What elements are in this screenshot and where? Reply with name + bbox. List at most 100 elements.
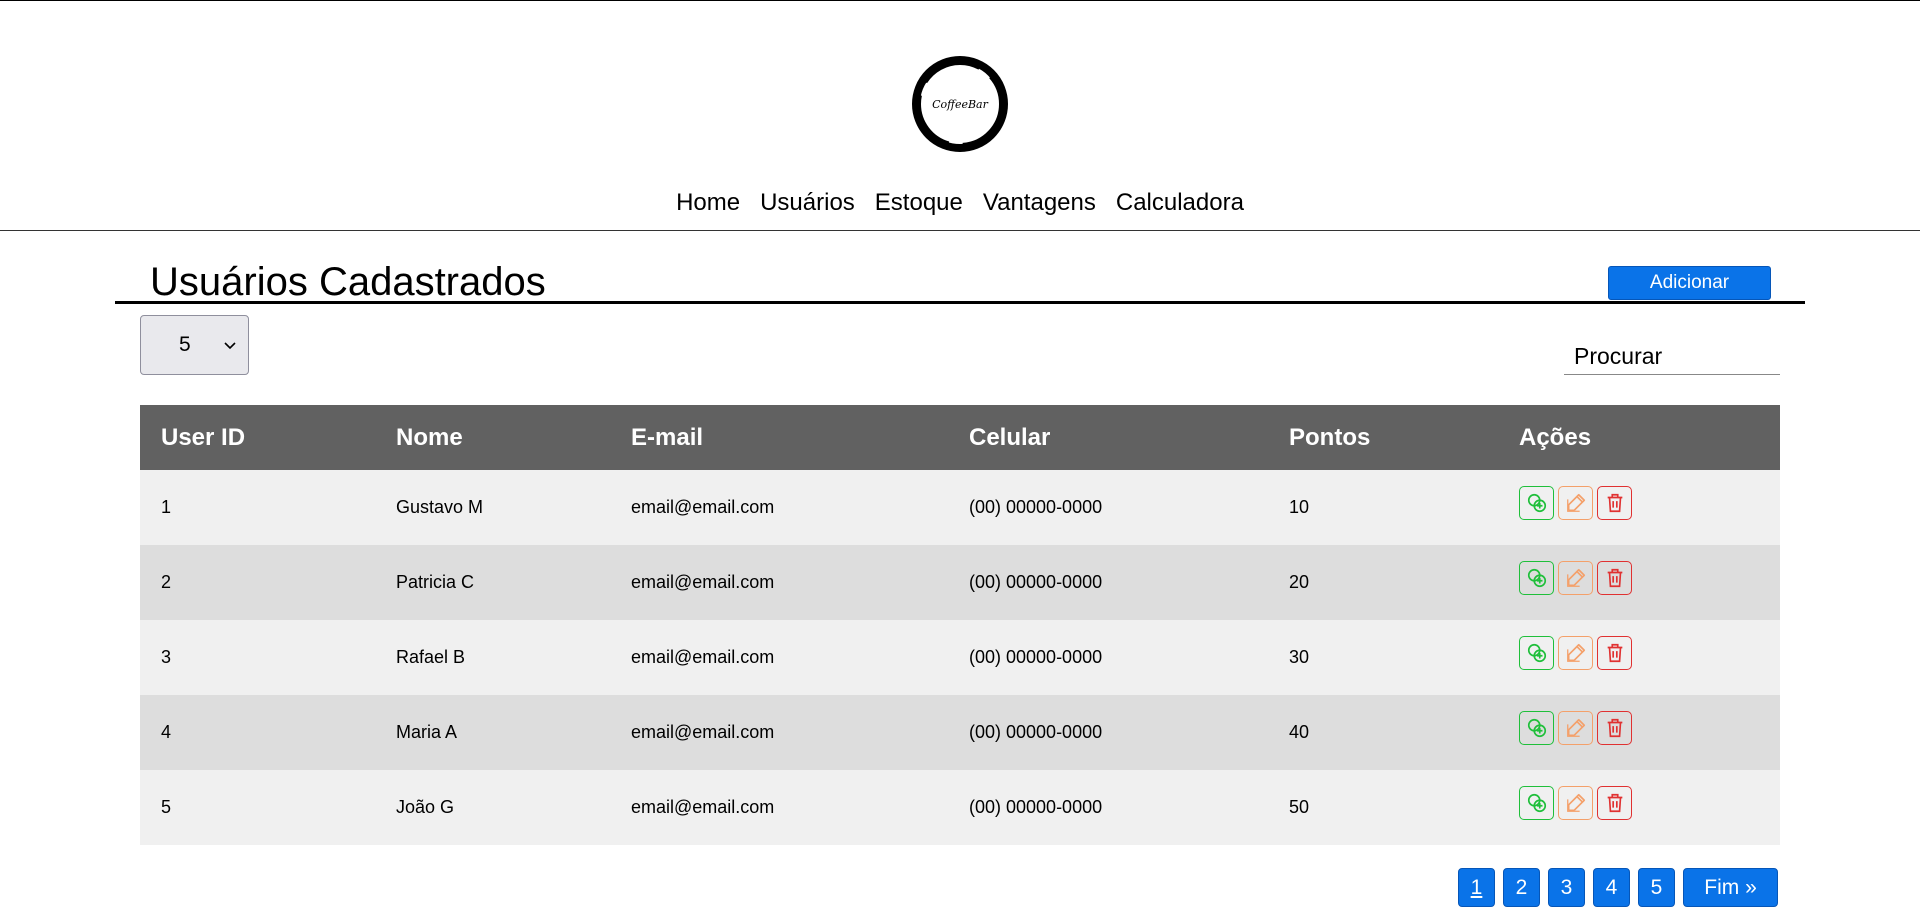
add-points-button[interactable] bbox=[1519, 485, 1554, 520]
cell-acoes bbox=[1498, 695, 1780, 770]
cell-pontos: 20 bbox=[1289, 572, 1310, 592]
header-celular: Celular bbox=[969, 423, 1051, 451]
nav-calculadora[interactable]: Calculadora bbox=[1116, 188, 1244, 218]
cell-email: email@email.com bbox=[631, 797, 775, 817]
pagination: 1 2 3 4 5 Fim » bbox=[1458, 868, 1778, 907]
add-points-icon bbox=[1526, 567, 1548, 589]
main-nav: Home Usuários Estoque Vantagens Calculad… bbox=[0, 188, 1920, 218]
trash-icon bbox=[1604, 717, 1626, 739]
cell-user-id: 3 bbox=[161, 647, 172, 667]
add-points-icon bbox=[1526, 642, 1548, 664]
cell-pontos: 50 bbox=[1289, 797, 1310, 817]
cell-email: email@email.com bbox=[631, 722, 775, 742]
nav-vantagens[interactable]: Vantagens bbox=[983, 188, 1096, 218]
header-acoes: Ações bbox=[1519, 423, 1592, 451]
table-row: 3 Rafael B email@email.com (00) 00000-0000 3… bbox=[140, 620, 1780, 695]
row-actions bbox=[1519, 710, 1780, 745]
delete-user-button[interactable] bbox=[1597, 560, 1632, 595]
edit-icon bbox=[1565, 642, 1587, 664]
cell-email: email@email.com bbox=[631, 647, 775, 667]
add-points-button[interactable] bbox=[1519, 635, 1554, 670]
header-pontos: Pontos bbox=[1289, 423, 1371, 451]
add-points-icon bbox=[1526, 792, 1548, 814]
page-2-button[interactable]: 2 bbox=[1503, 868, 1540, 907]
nav-usuarios[interactable]: Usuários bbox=[760, 188, 855, 218]
nav-divider bbox=[0, 230, 1920, 231]
edit-icon bbox=[1565, 717, 1587, 739]
cell-celular: (00) 00000-0000 bbox=[969, 497, 1103, 517]
edit-icon bbox=[1565, 567, 1587, 589]
row-actions bbox=[1519, 485, 1780, 520]
cell-user-id: 1 bbox=[161, 497, 172, 517]
row-actions bbox=[1519, 785, 1780, 820]
cell-acoes bbox=[1498, 470, 1780, 545]
nav-estoque[interactable]: Estoque bbox=[875, 188, 963, 218]
page-title: Usuários Cadastrados bbox=[150, 260, 546, 304]
coffeebar-logo[interactable]: CoffeeBar bbox=[910, 54, 1010, 154]
header-nome: Nome bbox=[396, 423, 463, 451]
edit-icon bbox=[1565, 492, 1587, 514]
trash-icon bbox=[1604, 492, 1626, 514]
add-points-icon bbox=[1526, 717, 1548, 739]
edit-user-button[interactable] bbox=[1558, 785, 1593, 820]
cell-celular: (00) 00000-0000 bbox=[969, 572, 1103, 592]
cell-acoes bbox=[1498, 620, 1780, 695]
page-3-button[interactable]: 3 bbox=[1548, 868, 1585, 907]
cell-email: email@email.com bbox=[631, 572, 775, 592]
page-5-button[interactable]: 5 bbox=[1638, 868, 1675, 907]
chevron-down-icon bbox=[224, 342, 236, 350]
edit-icon bbox=[1565, 792, 1587, 814]
trash-icon bbox=[1604, 567, 1626, 589]
title-divider bbox=[115, 301, 1805, 304]
top-border bbox=[0, 0, 1920, 1]
nav-home[interactable]: Home bbox=[676, 188, 740, 218]
edit-user-button[interactable] bbox=[1558, 485, 1593, 520]
delete-user-button[interactable] bbox=[1597, 710, 1632, 745]
add-points-button[interactable] bbox=[1519, 710, 1554, 745]
cell-celular: (00) 00000-0000 bbox=[969, 797, 1103, 817]
cell-user-id: 4 bbox=[161, 722, 172, 742]
delete-user-button[interactable] bbox=[1597, 785, 1632, 820]
add-points-button[interactable] bbox=[1519, 560, 1554, 595]
row-actions bbox=[1519, 635, 1780, 670]
cell-user-id: 5 bbox=[161, 797, 172, 817]
cell-nome: Gustavo M bbox=[396, 497, 484, 517]
table-row: 1 Gustavo M email@email.com (00) 00000-0000… bbox=[140, 470, 1780, 545]
header-email: E-mail bbox=[631, 423, 704, 451]
table-row: 4 Maria A email@email.com (00) 00000-0000 40 bbox=[140, 695, 1780, 770]
edit-user-button[interactable] bbox=[1558, 560, 1593, 595]
add-points-icon bbox=[1526, 492, 1548, 514]
cell-celular: (00) 00000-0000 bbox=[969, 647, 1103, 667]
table-row: 5 João G email@email.com (00) 00000-0000 50 bbox=[140, 770, 1780, 845]
cell-nome: Patricia C bbox=[396, 572, 475, 592]
add-points-button[interactable] bbox=[1519, 785, 1554, 820]
trash-icon bbox=[1604, 642, 1626, 664]
cell-nome: João G bbox=[396, 797, 455, 817]
delete-user-button[interactable] bbox=[1597, 485, 1632, 520]
cell-pontos: 40 bbox=[1289, 722, 1310, 742]
cell-nome: Maria A bbox=[396, 722, 458, 742]
add-user-button[interactable]: Adicionar bbox=[1608, 266, 1771, 300]
table-header-row: User ID Nome E-mail Celular Pontos Ações bbox=[140, 405, 1780, 470]
last-page-button[interactable]: Fim » bbox=[1683, 868, 1778, 907]
table-row: 2 Patricia C email@email.com (00) 00000-000… bbox=[140, 545, 1780, 620]
cell-user-id: 2 bbox=[161, 572, 172, 592]
page-size-value: 5 bbox=[179, 333, 191, 356]
page-size-select[interactable]: 5 bbox=[140, 315, 249, 375]
trash-icon bbox=[1604, 792, 1626, 814]
search-input[interactable] bbox=[1564, 338, 1780, 375]
header-user-id: User ID bbox=[161, 423, 246, 451]
edit-user-button[interactable] bbox=[1558, 710, 1593, 745]
cell-email: email@email.com bbox=[631, 497, 775, 517]
logo-ring-icon: CoffeeBar bbox=[912, 56, 1008, 152]
cell-pontos: 10 bbox=[1289, 497, 1310, 517]
delete-user-button[interactable] bbox=[1597, 635, 1632, 670]
users-table: User ID Nome E-mail Celular Pontos Ações… bbox=[140, 405, 1780, 845]
edit-user-button[interactable] bbox=[1558, 635, 1593, 670]
row-actions bbox=[1519, 560, 1780, 595]
logo-text: CoffeeBar bbox=[932, 98, 988, 111]
page-4-button[interactable]: 4 bbox=[1593, 868, 1630, 907]
cell-acoes bbox=[1498, 545, 1780, 620]
cell-pontos: 30 bbox=[1289, 647, 1310, 667]
page-1-button[interactable]: 1 bbox=[1458, 868, 1495, 907]
